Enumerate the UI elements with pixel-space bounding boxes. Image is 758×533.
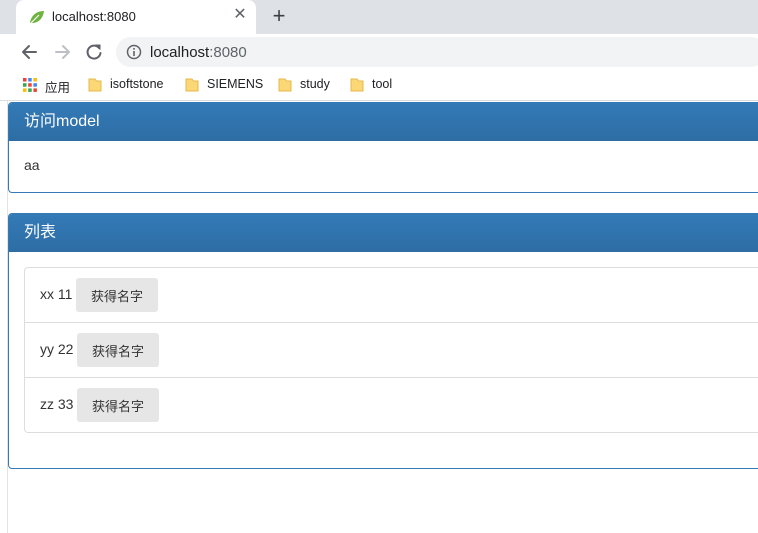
browser-tab[interactable]: localhost:8080 ✕	[16, 0, 256, 34]
folder-icon	[278, 78, 292, 92]
info-icon[interactable]	[126, 44, 142, 60]
bookmark-label: tool	[372, 77, 393, 91]
reload-icon[interactable]	[84, 42, 104, 62]
folder-icon	[350, 78, 364, 92]
browser-toolbar: localhost:8080	[0, 34, 758, 70]
spring-leaf-icon	[30, 11, 44, 24]
list-item-text: yy 22	[40, 341, 74, 357]
tab-strip: localhost:8080 ✕ +	[0, 0, 758, 34]
bookmark-label: isoftstone	[110, 77, 164, 91]
forward-arrow-icon[interactable]	[52, 42, 72, 62]
bookmark-label: study	[300, 77, 330, 91]
folder-icon	[88, 78, 102, 92]
model-panel: 访问model aa	[8, 102, 758, 193]
list-item: xx 11 获得名字	[25, 268, 758, 322]
back-arrow-icon[interactable]	[20, 42, 40, 62]
list-panel-title: 列表	[9, 214, 758, 252]
get-name-button[interactable]: 获得名字	[76, 278, 158, 312]
apps-grid-icon	[23, 78, 37, 92]
bookmark-label: 应用	[45, 81, 71, 95]
address-bar[interactable]: localhost:8080	[116, 37, 758, 67]
url-port: :8080	[209, 44, 247, 61]
list-item-text: zz 33	[40, 396, 74, 412]
model-panel-title: 访问model	[9, 103, 758, 141]
url-host: localhost	[150, 44, 210, 61]
get-name-button[interactable]: 获得名字	[77, 388, 159, 422]
tab-title: localhost:8080	[52, 9, 136, 24]
close-tab-icon[interactable]: ✕	[232, 7, 248, 23]
model-value: aa	[24, 157, 40, 173]
new-tab-icon[interactable]: +	[268, 5, 290, 27]
bookmark-label: SIEMENS	[207, 77, 264, 91]
bookmarks-bar: 应用 isoftstone SIEMENS study tool	[0, 70, 758, 101]
list-panel: 列表 xx 11 获得名字 yy 22 获得名字 zz 33 获得名字	[8, 213, 758, 469]
list-item-text: xx 11	[40, 286, 73, 302]
url-text: localhost:8080	[150, 44, 247, 61]
get-name-button[interactable]: 获得名字	[77, 333, 159, 367]
list-group: xx 11 获得名字 yy 22 获得名字 zz 33 获得名字	[24, 267, 758, 433]
folder-icon	[185, 78, 199, 92]
list-item: zz 33 获得名字	[25, 377, 758, 432]
list-item: yy 22 获得名字	[25, 322, 758, 377]
